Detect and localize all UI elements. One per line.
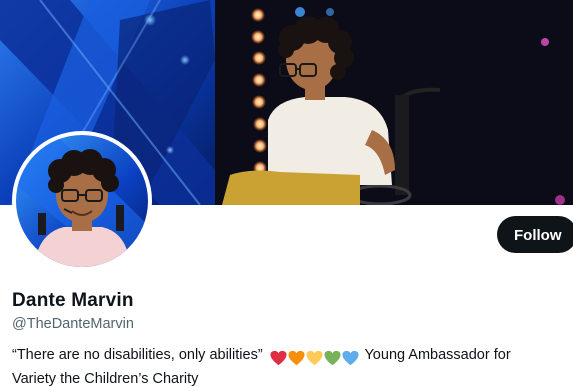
bio-ambassador: Young Ambassador for xyxy=(364,347,511,363)
display-name: Dante Marvin xyxy=(12,290,134,311)
orange-heart-icon xyxy=(288,351,305,366)
yellow-heart-icon xyxy=(306,351,323,366)
avatar[interactable] xyxy=(12,131,152,271)
green-heart-icon xyxy=(324,351,341,366)
follow-button[interactable]: Follow xyxy=(497,216,573,253)
red-heart-icon xyxy=(270,351,287,366)
bio: “There are no disabilities, only abiliti… xyxy=(12,345,572,387)
profile-header: Follow Dante Marvin @TheDanteMarvin “The… xyxy=(0,0,573,387)
bio-hearts xyxy=(270,348,360,369)
blue-heart-icon xyxy=(342,351,359,366)
user-handle: @TheDanteMarvin xyxy=(12,316,134,332)
bio-quote: “There are no disabilities, only abiliti… xyxy=(12,347,263,363)
bio-charity: Variety the Children’s Charity xyxy=(12,371,199,387)
